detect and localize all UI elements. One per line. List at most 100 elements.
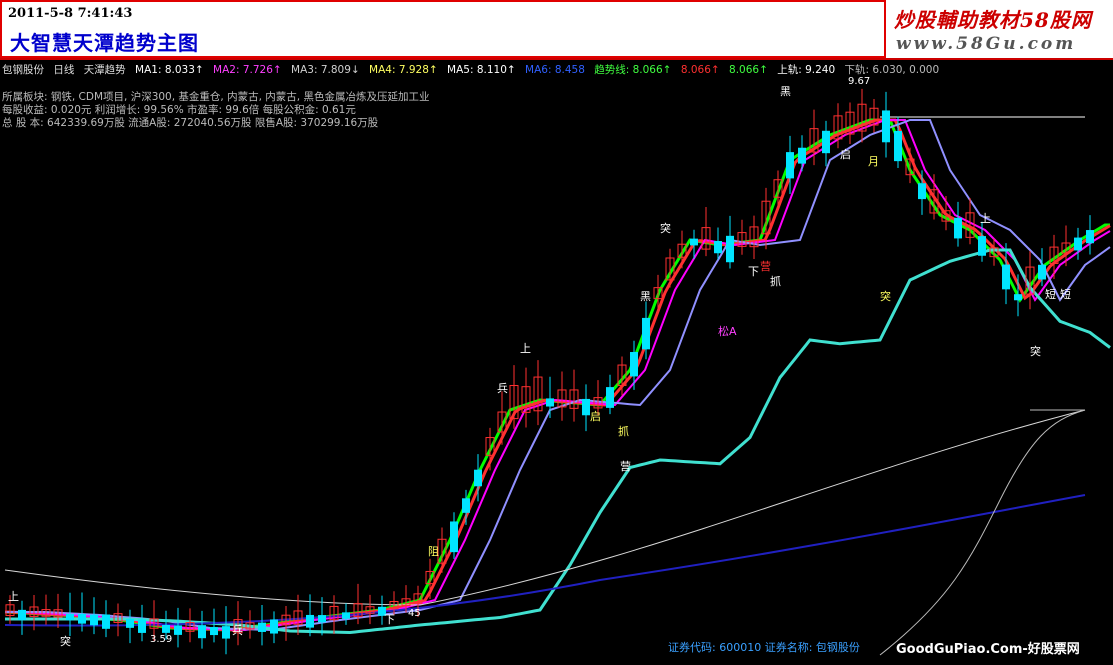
- ma5-line: [5, 119, 1111, 632]
- trend2-value: 8.066↑: [680, 64, 720, 76]
- signal-label: 兵: [497, 382, 508, 395]
- candle-down: [174, 625, 182, 635]
- candle-down: [306, 614, 314, 628]
- ma4-line: [5, 119, 1111, 632]
- candle-down: [918, 183, 926, 200]
- security-code: 证券代码: 600010 证券名称: 包钢股份: [668, 641, 860, 654]
- candlestick-chart[interactable]: 上黑突兵启营抓阻短松A下月突黑上兵突营抓下启上突 短9.673.5945: [0, 58, 1113, 665]
- trend-value: 趋势线: 8.066↑: [594, 64, 672, 76]
- signal-label: 突: [660, 221, 671, 235]
- candle-down: [126, 618, 134, 628]
- candle-down: [318, 615, 326, 623]
- candle-down: [798, 147, 806, 164]
- ma4-value: MA4: 7.928↑: [369, 64, 438, 76]
- candle-down: [714, 240, 722, 254]
- datetime-label: 2011-5-8 7:41:43: [8, 6, 133, 21]
- candle-down: [642, 317, 650, 350]
- page-title: 大智慧天潭趋势主图: [10, 31, 199, 55]
- candle-down: [954, 217, 962, 239]
- candle-down: [786, 152, 794, 179]
- candle-down: [1014, 294, 1022, 301]
- candle-down: [66, 613, 74, 621]
- brand-name: 炒股輔助教材58股网: [894, 8, 1092, 32]
- mid-value-label: 45: [408, 608, 421, 619]
- candle-down: [1074, 237, 1082, 251]
- ma2-line: [5, 118, 1111, 632]
- signal-label: 黑: [780, 85, 791, 98]
- signal-label: 启: [840, 148, 851, 161]
- candle-down: [210, 627, 218, 636]
- candle-down: [138, 619, 146, 633]
- signal-label: 突: [1030, 344, 1041, 358]
- candle-down: [342, 612, 350, 619]
- candle-down: [894, 130, 902, 162]
- signal-label: 上: [8, 590, 19, 603]
- signal-label: 突: [880, 289, 891, 303]
- signal-label: 上: [980, 212, 991, 225]
- header: 2011-5-8 7:41:43 大智慧天潭趋势主图 炒股輔助教材58股网 ww…: [0, 0, 1113, 58]
- signal-label: 短: [1045, 287, 1056, 301]
- upper-band-value: 上轨: 9.240: [777, 64, 836, 76]
- signal-label: 短: [1060, 287, 1071, 301]
- signal-label: 上: [520, 342, 531, 355]
- ma6-line: [5, 248, 1111, 635]
- signal-label: 抓: [618, 424, 629, 438]
- candle-down: [822, 130, 830, 154]
- candle-down: [978, 236, 986, 256]
- candle-down: [882, 110, 890, 143]
- signal-label: 黑: [640, 290, 651, 303]
- ma7-line: [4, 409, 1086, 606]
- signal-label: 下: [748, 265, 759, 278]
- period-label: 日线: [53, 64, 75, 76]
- signal-label: 月: [868, 155, 879, 168]
- candle-down: [726, 235, 734, 263]
- indicator-name: 天潭趋势: [83, 64, 126, 76]
- candle-down: [474, 469, 482, 487]
- candle-down: [606, 387, 614, 408]
- volatility-line: [879, 409, 1086, 656]
- candle-down: [78, 613, 86, 624]
- high-price-label: 9.67: [848, 76, 870, 87]
- candle-down: [222, 626, 230, 639]
- title-box: 2011-5-8 7:41:43 大智慧天潭趋势主图: [0, 0, 886, 58]
- candle-down: [90, 614, 98, 626]
- brand-url: www.58Gu.com: [896, 34, 1077, 54]
- ma6-value: MA6: 8.458: [525, 64, 585, 76]
- shares-info: 总 股 本: 642339.69万股 流通A股: 272040.56万股 限售A…: [2, 117, 379, 129]
- low-price-label: 3.59: [150, 634, 172, 645]
- candle-down: [1002, 264, 1010, 290]
- ma3-line: [4, 118, 1110, 632]
- signal-label: 突: [60, 634, 71, 648]
- candle-down: [18, 609, 26, 621]
- candle-down: [462, 498, 470, 513]
- signal-label: 启: [590, 410, 601, 423]
- signal-label: 兵: [232, 624, 243, 637]
- signal-label: 松A: [718, 324, 737, 338]
- ma1-value: MA1: 8.033↑: [135, 64, 204, 76]
- indicator-bar: 包钢股份 日线 天潭趋势 MA1: 8.033↑ MA2: 7.726↑ MA3…: [2, 62, 945, 77]
- signal-label: 抓: [770, 274, 781, 288]
- trend3-value: 8.066↑: [729, 64, 768, 76]
- candle-down: [582, 398, 590, 416]
- candle-down: [102, 614, 110, 629]
- footer-brand: GoodGuPiao.Com-好股票网: [896, 642, 1080, 657]
- candle-down: [198, 625, 206, 639]
- candle-down: [690, 238, 698, 246]
- signal-label: 下: [384, 613, 395, 626]
- signal-label: 营: [620, 459, 631, 473]
- stock-name: 包钢股份: [2, 64, 44, 76]
- candle-down: [162, 624, 170, 633]
- candle-down: [258, 622, 266, 632]
- ma5-value: MA5: 8.110↑: [447, 64, 516, 76]
- brand-logo: 炒股輔助教材58股网 www.58Gu.com: [888, 2, 1110, 56]
- candle-down: [630, 352, 638, 377]
- candle-down: [450, 521, 458, 553]
- candle-down: [1038, 264, 1046, 280]
- ma3-value: MA3: 7.809↓: [291, 64, 360, 76]
- signal-label: 营: [760, 259, 771, 273]
- candle-down: [546, 398, 554, 407]
- signal-label: 阻: [428, 545, 439, 558]
- ma8-line: [4, 494, 1086, 627]
- lower-band-value: 下轨: 6.030, 0.000: [844, 64, 940, 76]
- candle-down: [1086, 230, 1094, 244]
